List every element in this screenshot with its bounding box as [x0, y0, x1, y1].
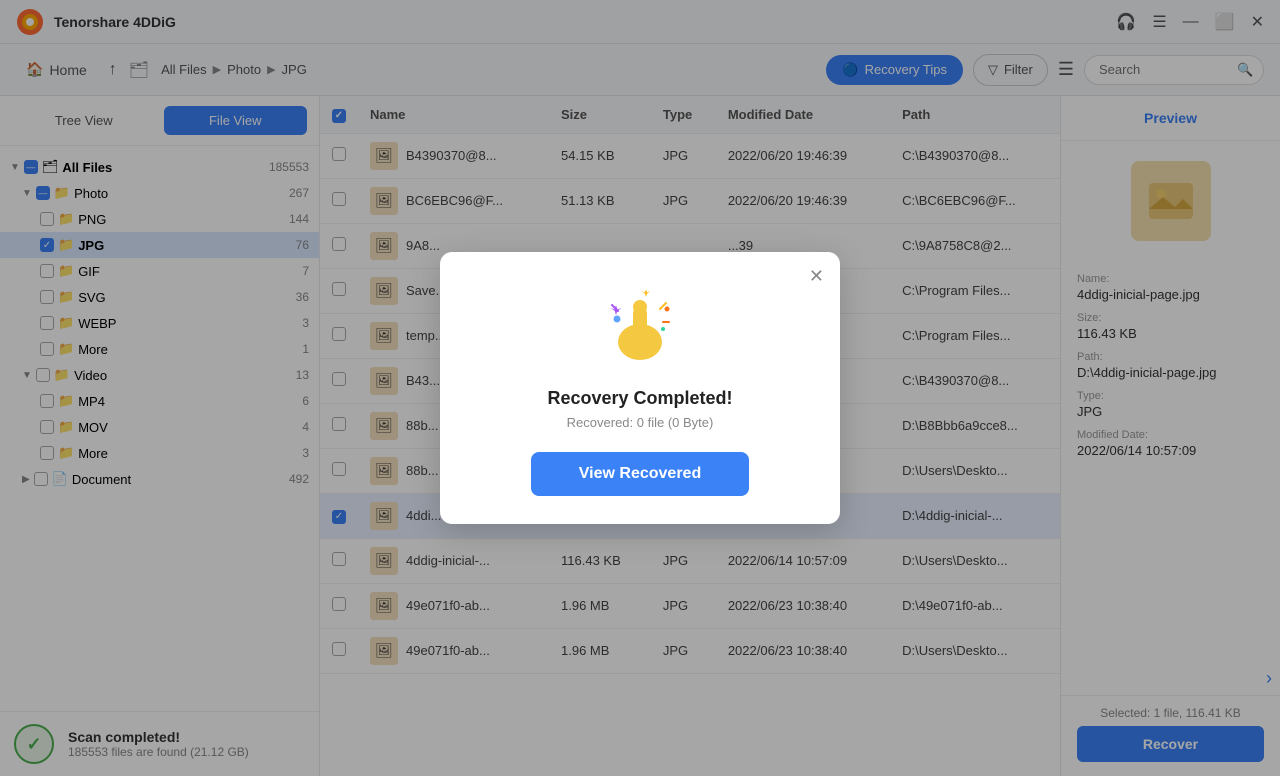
modal-title: Recovery Completed!	[547, 388, 732, 409]
view-recovered-button[interactable]: View Recovered	[531, 452, 749, 496]
modal-subtitle: Recovered: 0 file (0 Byte)	[567, 415, 714, 430]
modal-close-button[interactable]: ✕	[809, 266, 824, 287]
modal-icon-area	[590, 282, 690, 372]
modal-overlay: ✕	[0, 0, 1280, 776]
recovery-completed-modal: ✕	[440, 252, 840, 524]
thumbs-up-icon	[595, 287, 685, 367]
